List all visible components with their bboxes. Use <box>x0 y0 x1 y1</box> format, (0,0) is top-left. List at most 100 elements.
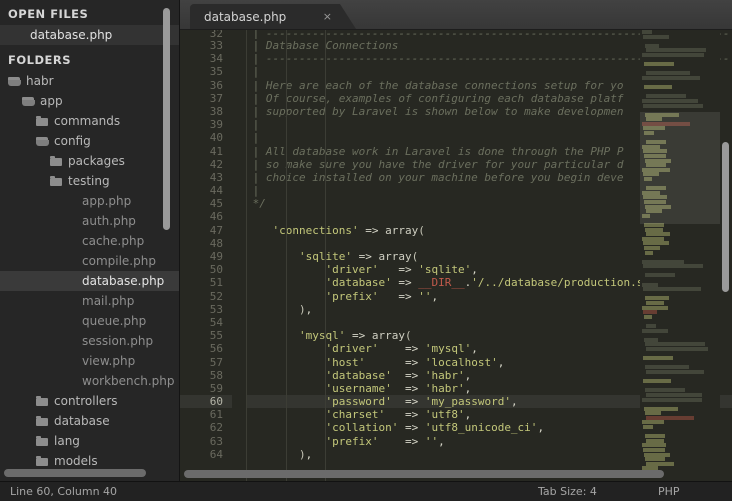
tree-folder-item[interactable]: database <box>0 411 180 431</box>
folder-open-icon <box>22 96 35 107</box>
file-indent-spacer <box>64 196 77 207</box>
tree-file-item[interactable]: auth.php <box>0 211 180 231</box>
minimap-line <box>643 379 671 384</box>
editor-pane: database.php × 32 33 34 35 36 37 38 39 40 41 42 43 4… <box>180 0 732 481</box>
code-token: 'driver' <box>325 342 379 356</box>
line-number: 55 <box>209 329 223 343</box>
minimap-line <box>645 296 669 301</box>
line-number: 62 <box>209 421 223 435</box>
minimap-line <box>645 43 659 48</box>
folder-closed-icon <box>36 395 49 407</box>
tree-file-item[interactable]: mail.php <box>0 291 180 311</box>
minimap-line <box>645 112 679 117</box>
sidebar-horizontal-scrollbar[interactable] <box>4 469 146 477</box>
tree-file-item[interactable]: compile.php <box>0 251 180 271</box>
tree-folder-label: lang <box>54 434 80 448</box>
editor-vertical-scrollbar[interactable] <box>722 142 729 292</box>
tree-folder-item[interactable]: app <box>0 91 180 111</box>
tree-file-label: cache.php <box>82 234 145 248</box>
syntax-indicator[interactable]: PHP <box>658 485 680 498</box>
code-token: => <box>391 276 419 290</box>
code-token: 'database' <box>325 368 392 382</box>
tree-folder-item[interactable]: testing <box>0 171 180 191</box>
line-number: 36 <box>209 78 223 92</box>
minimap-line <box>644 131 654 136</box>
file-indent-spacer <box>64 276 77 287</box>
minimap-line <box>646 48 706 53</box>
file-indent-spacer <box>64 296 77 307</box>
open-file-item[interactable]: database.php <box>0 25 180 45</box>
tree-file-item[interactable]: cache.php <box>0 231 180 251</box>
tree-file-label: session.php <box>82 334 154 348</box>
code-token: , <box>464 381 472 395</box>
line-number: 38 <box>209 104 223 118</box>
editor-horizontal-scrollbar[interactable] <box>184 470 664 478</box>
tree-folder-item[interactable]: commands <box>0 111 180 131</box>
line-number: 40 <box>209 131 223 145</box>
tree-folder-item[interactable]: habr <box>0 71 180 91</box>
tree-folder-item[interactable]: packages <box>0 151 180 171</box>
tree-file-item[interactable]: app.php <box>0 191 180 211</box>
line-number: 37 <box>209 91 223 105</box>
file-indent-spacer <box>64 356 77 367</box>
minimap-line <box>642 52 704 57</box>
minimap-line <box>646 392 702 397</box>
sidebar-vertical-scrollbar[interactable] <box>163 8 170 230</box>
minimap-line <box>642 167 670 172</box>
tree-file-item[interactable]: workbench.php <box>0 371 180 391</box>
tree-file-item[interactable]: view.php <box>0 351 180 371</box>
indent-guide <box>325 30 327 481</box>
code-token: => <box>378 263 419 277</box>
minimap-line <box>645 204 671 209</box>
code-token: , <box>471 342 478 356</box>
line-number: 63 <box>209 434 223 448</box>
line-number: 51 <box>209 276 223 290</box>
tree-file-label: queue.php <box>82 314 147 328</box>
file-indent-spacer <box>64 376 77 387</box>
code-token: | so make sure you have the driver for y… <box>246 157 624 171</box>
minimap-line <box>642 443 666 448</box>
tab-label: database.php <box>204 9 287 24</box>
tree-file-item[interactable]: database.php <box>0 271 180 291</box>
minimap-line <box>644 452 670 457</box>
tab-size-indicator[interactable]: Tab Size: 4 <box>538 485 597 498</box>
code-token: 'charset' <box>325 408 386 422</box>
code-token: __DIR__ <box>418 276 465 290</box>
code-token: , <box>431 289 439 303</box>
tree-file-label: compile.php <box>82 254 156 268</box>
minimap[interactable] <box>640 30 720 481</box>
tab-database-php[interactable]: database.php × <box>190 4 356 29</box>
tree-folder-item[interactable]: lang <box>0 431 180 451</box>
line-number: 42 <box>209 157 223 171</box>
code-token: 'habr' <box>424 368 465 382</box>
code-token: 'host' <box>325 355 366 369</box>
code-token: | choice installed on your machine befor… <box>246 170 624 184</box>
code-token: , <box>438 434 445 448</box>
line-number: 44 <box>209 184 223 198</box>
tree-file-item[interactable]: session.php <box>0 331 180 351</box>
line-number: 32 <box>209 30 223 40</box>
code-token: ) <box>298 302 306 316</box>
minimap-line <box>645 457 665 462</box>
minimap-line <box>646 140 666 145</box>
code-token: 'driver' <box>325 263 379 277</box>
code-token: => <box>391 381 425 395</box>
tree-folder-item[interactable]: models <box>0 451 180 471</box>
minimap-line <box>645 158 671 163</box>
tree-folder-item[interactable]: controllers <box>0 391 180 411</box>
close-icon[interactable]: × <box>323 11 340 22</box>
code-token: , <box>497 355 505 369</box>
tree-file-item[interactable]: queue.php <box>0 311 180 331</box>
minimap-line <box>643 264 703 269</box>
code-area[interactable]: 32 33 34 35 36 37 38 39 40 41 42 43 44 45 46 47 48 49 50 51… <box>180 30 732 481</box>
tree-folder-item[interactable]: config <box>0 131 180 151</box>
minimap-line <box>642 282 658 287</box>
tab-bar: database.php × <box>180 0 732 30</box>
code-token: | <box>246 131 260 145</box>
code-token: 'prefix' <box>325 434 379 448</box>
minimap-line <box>645 434 665 439</box>
line-number: 61 <box>209 408 223 422</box>
code-token: */ <box>246 197 266 211</box>
